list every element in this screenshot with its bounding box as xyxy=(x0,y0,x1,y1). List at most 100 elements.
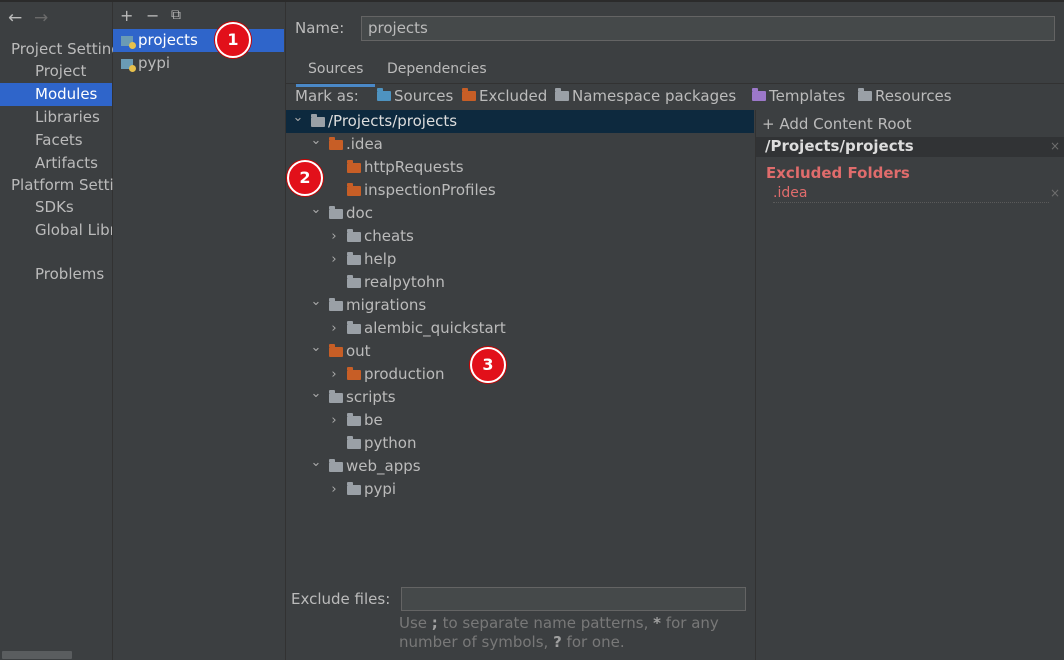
annotation-badge-3: 3 xyxy=(470,347,506,383)
remove-content-root-icon[interactable]: × xyxy=(1050,139,1060,153)
sidebar-item-project-settings[interactable]: Project Settings xyxy=(0,38,123,61)
tree-row[interactable]: ⌄ web_apps xyxy=(286,455,754,478)
tree-row[interactable]: ⌄ out xyxy=(286,340,754,363)
tree-row[interactable]: ⌄/Projects/projects xyxy=(286,110,754,133)
tree-row[interactable]: inspectionProfiles xyxy=(286,179,754,202)
hint-text: to separate name patterns, xyxy=(437,614,654,632)
sidebar-item-sdks[interactable]: SDKs xyxy=(0,196,112,219)
mark-excluded-label: Excluded xyxy=(479,87,548,105)
exclude-files-hint: Use ; to separate name patterns, * for a… xyxy=(399,614,719,652)
tree-row[interactable]: python xyxy=(286,432,754,455)
chevron-right-icon[interactable]: › xyxy=(328,478,340,501)
content-root-header: /Projects/projects × xyxy=(756,137,1064,157)
sidebar-item-facets[interactable]: Facets xyxy=(0,129,112,152)
hint-symbol: ? xyxy=(553,633,562,651)
sidebar-item-problems[interactable]: Problems xyxy=(0,263,112,286)
excluded-folder-icon xyxy=(462,88,476,101)
hint-text: for one. xyxy=(561,633,625,651)
copy-module-button[interactable]: ⧉ xyxy=(171,7,181,23)
hint-text: number of symbols, xyxy=(399,633,554,651)
tree-row[interactable]: › cheats xyxy=(286,225,754,248)
hint-symbol: * xyxy=(653,614,662,632)
excluded-folder-icon xyxy=(347,160,361,173)
tree-row[interactable]: › help xyxy=(286,248,754,271)
tree-row-label: migrations xyxy=(346,296,427,314)
mark-namespace-button[interactable]: Namespace packages xyxy=(555,87,736,105)
chevron-down-icon[interactable]: ⌄ xyxy=(310,451,322,474)
tree-row-label: python xyxy=(364,434,417,452)
hint-text: Use xyxy=(399,614,432,632)
sidebar-item-libraries[interactable]: Libraries xyxy=(0,106,112,129)
tab-dependencies[interactable]: Dependencies xyxy=(375,58,499,84)
sidebar-item-artifacts[interactable]: Artifacts xyxy=(0,152,112,175)
folder-icon xyxy=(329,459,343,472)
mark-resources-button[interactable]: Resources xyxy=(858,87,952,105)
exclude-files-input[interactable] xyxy=(401,587,746,611)
module-item-projects[interactable]: projects xyxy=(113,29,284,52)
tree-row[interactable]: › alembic_quickstart xyxy=(286,317,754,340)
mark-as-label: Mark as: xyxy=(295,87,359,105)
tree-row[interactable]: › pypi xyxy=(286,478,754,501)
chevron-down-icon[interactable]: ⌄ xyxy=(310,198,322,221)
chevron-down-icon[interactable]: ⌄ xyxy=(310,336,322,359)
sidebar-item-global-libraries[interactable]: Global Libraries xyxy=(0,219,112,242)
tree-row-label: help xyxy=(364,250,397,268)
tree-row-label: .idea xyxy=(346,135,383,153)
tree-row[interactable]: ⌄ scripts xyxy=(286,386,754,409)
python-module-icon xyxy=(121,36,136,49)
mark-templates-button[interactable]: Templates xyxy=(752,87,845,105)
tree-row-label: alembic_quickstart xyxy=(364,319,506,337)
sidebar-item-modules[interactable]: Modules xyxy=(0,83,112,106)
tree-row[interactable]: › production xyxy=(286,363,754,386)
chevron-down-icon[interactable]: ⌄ xyxy=(310,290,322,313)
module-list-pane: + − ⧉ projects pypi xyxy=(113,2,286,660)
chevron-right-icon[interactable]: › xyxy=(328,363,340,386)
mark-excluded-button[interactable]: Excluded xyxy=(462,87,547,105)
folder-icon xyxy=(347,482,361,495)
annotation-badge-2: 2 xyxy=(287,160,323,196)
python-module-icon xyxy=(121,59,136,72)
excluded-folder-icon xyxy=(329,344,343,357)
content-root-tree: ⌄/Projects/projects ⌄ .idea httpRequests ins… xyxy=(286,110,754,580)
sidebar-horizontal-scrollbar[interactable] xyxy=(2,651,72,659)
mark-sources-label: Sources xyxy=(394,87,454,105)
chevron-down-icon[interactable]: ⌄ xyxy=(292,106,304,129)
chevron-right-icon[interactable]: › xyxy=(328,409,340,432)
tree-row[interactable]: ⌄ .idea xyxy=(286,133,754,156)
chevron-right-icon[interactable]: › xyxy=(328,317,340,340)
add-content-root-button[interactable]: + Add Content Root xyxy=(762,115,912,133)
sidebar-item-project[interactable]: Project xyxy=(0,60,112,83)
tree-row[interactable]: httpRequests xyxy=(286,156,754,179)
tree-row[interactable]: ⌄ migrations xyxy=(286,294,754,317)
excluded-item-underline xyxy=(773,202,1049,203)
tree-row[interactable]: › be xyxy=(286,409,754,432)
chevron-right-icon[interactable]: › xyxy=(328,225,340,248)
tree-row-label: inspectionProfiles xyxy=(364,181,496,199)
back-arrow-icon[interactable]: ← xyxy=(8,8,22,28)
module-name-input[interactable]: projects xyxy=(361,16,1055,41)
folder-icon xyxy=(347,413,361,426)
tree-row-label: httpRequests xyxy=(364,158,464,176)
add-module-button[interactable]: + xyxy=(120,6,133,25)
excluded-folder-icon xyxy=(329,137,343,150)
mark-resources-label: Resources xyxy=(875,87,952,105)
settings-sidebar: ← → Project Settings Project Modules Librar… xyxy=(0,2,123,660)
module-item-label: pypi xyxy=(138,54,171,72)
tree-row[interactable]: ⌄ doc xyxy=(286,202,754,225)
tree-row-label: pypi xyxy=(364,480,397,498)
chevron-right-icon[interactable]: › xyxy=(328,248,340,271)
chevron-down-icon[interactable]: ⌄ xyxy=(310,129,322,152)
remove-excluded-folder-icon[interactable]: × xyxy=(1050,186,1060,200)
tree-row[interactable]: realpytohn xyxy=(286,271,754,294)
module-item-pypi[interactable]: pypi xyxy=(113,52,284,75)
chevron-down-icon[interactable]: ⌄ xyxy=(310,382,322,405)
name-label: Name: xyxy=(295,19,345,37)
remove-module-button[interactable]: − xyxy=(146,6,159,25)
folder-icon xyxy=(329,298,343,311)
tab-divider xyxy=(286,83,1064,84)
forward-arrow-icon[interactable]: → xyxy=(34,8,48,28)
tree-row-label: out xyxy=(346,342,371,360)
mark-sources-button[interactable]: Sources xyxy=(377,87,453,105)
sidebar-item-platform-settings[interactable]: Platform Settings xyxy=(0,174,123,197)
tree-row-label: be xyxy=(364,411,383,429)
